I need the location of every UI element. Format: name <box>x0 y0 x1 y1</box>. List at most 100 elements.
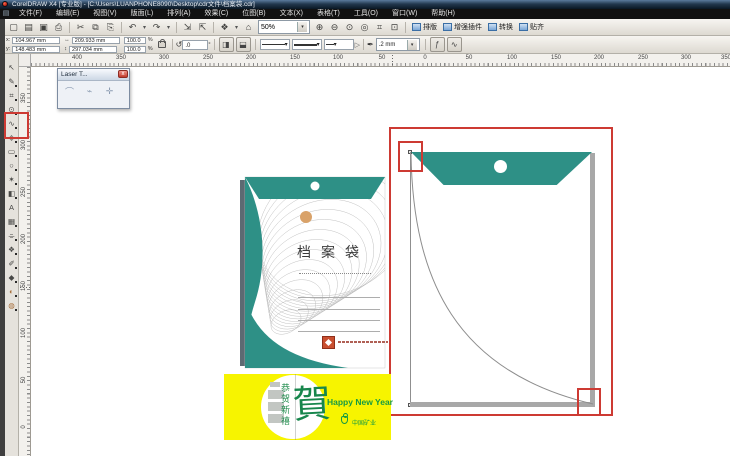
redo-dropdown-arrow[interactable]: ▾ <box>165 21 172 34</box>
laser-line-tool-icon[interactable]: ⌁ <box>82 84 97 99</box>
dropdown-arrow-icon[interactable]: ▾ <box>334 41 337 48</box>
v-ruler-label: 100 <box>21 328 27 338</box>
wrap-text-toggle[interactable]: ƒ <box>430 37 445 52</box>
interactive-fill-tool-icon[interactable]: ◍ <box>6 300 17 311</box>
shape-tool-icon[interactable]: ✎ <box>6 76 17 87</box>
dropdown-arrow-icon[interactable]: ▾ <box>317 41 320 48</box>
app-launcher-icon[interactable]: ❖ <box>218 21 231 34</box>
new-document-icon[interactable]: ▢ <box>7 21 20 34</box>
bag-dotted-rule <box>299 273 371 274</box>
v-ruler-label: 0 <box>21 422 27 432</box>
rotation-angle-field[interactable]: .0 <box>182 40 208 50</box>
file-bag-front-design[interactable] <box>228 170 392 370</box>
laser-toolbar-titlebar[interactable]: Laser T... x <box>58 69 129 81</box>
import-icon[interactable]: ⇲ <box>181 21 194 34</box>
end-arrowhead-dropdown[interactable]: ▾ <box>324 39 354 50</box>
rectangle-tool-icon[interactable]: ▭ <box>6 146 17 157</box>
eyedropper-tool-icon[interactable]: ✐ <box>6 258 17 269</box>
outline-width-combo[interactable]: .2 mm ▾ <box>376 38 420 51</box>
title-bar[interactable]: CorelDRAW X4 [专业版] - [C:\Users\LUANPHONE… <box>0 0 730 9</box>
crop-tool-icon[interactable]: ⌗ <box>6 90 17 101</box>
undo-dropdown-arrow[interactable]: ▾ <box>141 21 148 34</box>
blend-tool-icon[interactable]: ❖ <box>6 244 17 255</box>
open-icon[interactable]: ▤ <box>22 21 35 34</box>
print-icon[interactable]: ⎙ <box>52 21 65 34</box>
fill-tool-icon[interactable]: ◐ <box>6 286 17 297</box>
plugins-button[interactable]: 增强插件 <box>443 22 482 32</box>
bag-button-dot[interactable] <box>300 211 312 223</box>
horizontal-ruler[interactable]: 400 350 300 250 200 150 100 50 0 50 100 … <box>31 54 730 67</box>
mirror-horizontal-button[interactable]: ◨ <box>219 37 234 52</box>
menu-window[interactable]: 窗口(W) <box>385 9 424 19</box>
brand-name-text[interactable]: 中国矿业 <box>352 418 376 427</box>
y-position-field[interactable]: 148.483 mm <box>12 46 60 53</box>
save-icon[interactable]: ▣ <box>37 21 50 34</box>
menu-view[interactable]: 视图(V) <box>86 9 123 19</box>
menu-layout[interactable]: 版面(L) <box>124 9 161 19</box>
dropdown-arrow-icon[interactable]: ▾ <box>285 41 288 48</box>
zoom-width-icon[interactable]: ⊡ <box>388 21 401 34</box>
banner-english-text[interactable]: Happy New Year <box>327 397 393 407</box>
start-arrowhead-dropdown[interactable]: ▾ <box>260 39 290 50</box>
menu-file[interactable]: 文件(F) <box>12 9 49 19</box>
menu-table[interactable]: 表格(T) <box>310 9 347 19</box>
redo-icon[interactable]: ↷ <box>150 21 163 34</box>
zoom-in-icon[interactable]: ⊕ <box>313 21 326 34</box>
paste-icon[interactable]: ⎘ <box>104 21 117 34</box>
company-name-text <box>338 341 388 343</box>
zoom-out-icon[interactable]: ⊖ <box>328 21 341 34</box>
toolbar-separator <box>176 22 177 33</box>
x-position-field[interactable]: 104.967 mm <box>12 37 60 44</box>
menu-edit[interactable]: 编辑(E) <box>49 9 86 19</box>
banner-vertical-greeting[interactable]: 恭贺新禧 <box>279 383 292 433</box>
laser-knife-tool-icon[interactable]: ✛ <box>102 84 117 99</box>
menu-arrange[interactable]: 排列(A) <box>160 9 197 19</box>
bag-title-text[interactable]: 档案袋 <box>297 242 369 262</box>
lock-ratio-icon[interactable] <box>158 41 166 48</box>
company-logo[interactable] <box>322 336 335 349</box>
flyout-arrow-icon[interactable]: ▷ <box>355 41 360 49</box>
table-tool-icon[interactable]: ▦ <box>6 216 17 227</box>
menu-text[interactable]: 文本(X) <box>273 9 310 19</box>
dimension-tool-icon[interactable]: ⌯ <box>6 230 17 241</box>
object-width-field[interactable]: 209.933 mm <box>72 37 120 44</box>
typeset-button[interactable]: 排版 <box>412 22 437 32</box>
outline-width-arrow[interactable]: ▾ <box>407 40 417 50</box>
laser-node-tool-icon[interactable]: ⌒ <box>62 84 77 99</box>
text-tool-icon[interactable]: A <box>6 202 17 213</box>
app-launcher-dropdown-arrow[interactable]: ▾ <box>233 21 240 34</box>
envelope-flap-hole <box>494 160 507 173</box>
close-icon[interactable]: x <box>118 70 128 78</box>
zoom-selected-icon[interactable]: ◎ <box>358 21 371 34</box>
outline-pen-tool-icon[interactable]: ◆ <box>6 272 17 283</box>
menu-tools[interactable]: 工具(O) <box>347 9 385 19</box>
ellipse-tool-icon[interactable]: ○ <box>6 160 17 171</box>
snap-button[interactable]: 贴齐 <box>519 22 544 32</box>
mirror-vertical-button[interactable]: ⬓ <box>236 37 251 52</box>
zoom-page-icon[interactable]: ⌗ <box>373 21 386 34</box>
pick-tool-icon[interactable]: ↖ <box>6 62 17 73</box>
line-style-dropdown[interactable]: ▾ <box>292 39 322 50</box>
polygon-tool-icon[interactable]: ✶ <box>6 174 17 185</box>
ruler-origin-corner[interactable] <box>19 54 31 67</box>
menu-bitmaps[interactable]: 位图(B) <box>235 9 272 19</box>
zoom-combo-arrow[interactable]: ▾ <box>297 22 307 32</box>
undo-icon[interactable]: ↶ <box>126 21 139 34</box>
cut-icon[interactable]: ✂ <box>74 21 87 34</box>
zoom-actual-icon[interactable]: ⊙ <box>343 21 356 34</box>
object-height-field[interactable]: 297.034 mm <box>69 46 117 53</box>
scale-h-field[interactable]: 100.0 <box>124 37 146 44</box>
freehand-smoothing-toggle[interactable]: ∿ <box>447 37 462 52</box>
envelope-curve-path[interactable] <box>408 150 596 408</box>
new-year-banner-design[interactable]: 恭贺新禧 賀 Happy New Year 中国矿业 <box>224 374 391 440</box>
basic-shapes-tool-icon[interactable]: ◧ <box>6 188 17 199</box>
copy-icon[interactable]: ⧉ <box>89 21 102 34</box>
menu-effects[interactable]: 效果(C) <box>198 9 236 19</box>
zoom-level-combo[interactable]: 50% ▾ <box>258 20 310 34</box>
scale-v-field[interactable]: 100.0 <box>124 46 146 53</box>
laser-floating-toolbar[interactable]: Laser T... x ⌒ ⌁ ✛ <box>57 68 130 109</box>
convert-button[interactable]: 转换 <box>488 22 513 32</box>
menu-help[interactable]: 帮助(H) <box>424 9 462 19</box>
welcome-screen-icon[interactable]: ⌂ <box>242 21 255 34</box>
export-icon[interactable]: ⇱ <box>196 21 209 34</box>
